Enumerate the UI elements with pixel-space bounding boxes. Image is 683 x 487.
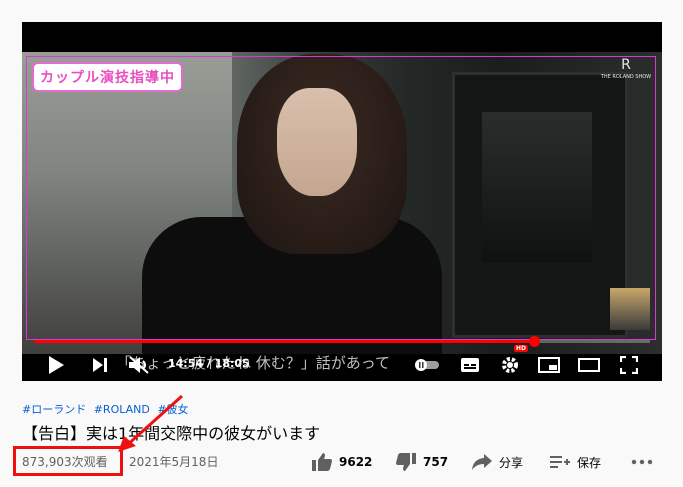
fullscreen-icon: [620, 355, 638, 374]
dislike-button[interactable]: 757: [395, 449, 448, 475]
miniplayer-icon: [538, 356, 560, 373]
subtitles-button[interactable]: [458, 348, 482, 381]
play-button[interactable]: [44, 348, 68, 381]
channel-logo-watermark: R THE ROLAND SHOW: [596, 56, 656, 80]
save-button[interactable]: 保存: [549, 449, 601, 475]
dislike-count: 757: [423, 455, 449, 469]
autoplay-toggle-icon: [415, 358, 439, 371]
fullscreen-button[interactable]: [616, 348, 642, 381]
share-button[interactable]: 分享: [471, 449, 523, 475]
mute-button[interactable]: [126, 348, 152, 381]
more-horizontal-icon: [631, 459, 653, 465]
channel-thumbnail-overlay[interactable]: [610, 288, 650, 330]
autoplay-toggle[interactable]: [414, 348, 440, 381]
player-controls: 「ちょっと疲れたね 休む？」話があって 14:54 / 18:05 HD: [22, 345, 662, 381]
progress-scrubber[interactable]: [529, 336, 540, 347]
volume-muted-icon: [129, 355, 149, 374]
video-overlay-frame: [26, 56, 656, 340]
logo-text: THE ROLAND SHOW: [600, 74, 652, 80]
time-display: 14:54 / 18:05: [168, 357, 250, 370]
next-icon: [93, 357, 107, 372]
subtitle-caption: 「ちょっと疲れたね 休む？」話があって: [116, 354, 391, 372]
theater-mode-icon: [578, 357, 600, 372]
progress-bar[interactable]: [34, 336, 650, 347]
progress-bar-fill: [34, 340, 535, 343]
share-icon: [472, 454, 492, 470]
more-actions-button[interactable]: [631, 449, 653, 475]
settings-button[interactable]: HD: [498, 345, 528, 381]
like-count: 9622: [339, 455, 373, 469]
next-button[interactable]: [88, 348, 112, 381]
like-button[interactable]: 9622: [311, 449, 372, 475]
hd-badge: HD: [513, 345, 528, 352]
video-title-badge: カップル演技指導中: [32, 62, 183, 92]
thumbs-down-icon: [396, 453, 416, 471]
closed-captions-icon: [461, 357, 479, 372]
save-label: 保存: [577, 455, 602, 470]
theater-mode-button[interactable]: [576, 348, 602, 381]
annotation-arrow-icon: [118, 394, 183, 452]
gear-icon: [502, 356, 518, 373]
playlist-add-icon: [550, 456, 570, 468]
logo-letter: R: [621, 57, 631, 73]
hashtag-link[interactable]: #ローランド: [22, 403, 86, 416]
share-label: 分享: [499, 455, 524, 470]
video-player[interactable]: カップル演技指導中 R THE ROLAND SHOW 「ちょっと疲れたね 休む…: [22, 22, 662, 381]
thumbs-up-icon: [312, 453, 332, 471]
miniplayer-button[interactable]: [536, 348, 562, 381]
play-icon: [49, 355, 64, 374]
view-count: 873,903次观看: [22, 455, 108, 469]
